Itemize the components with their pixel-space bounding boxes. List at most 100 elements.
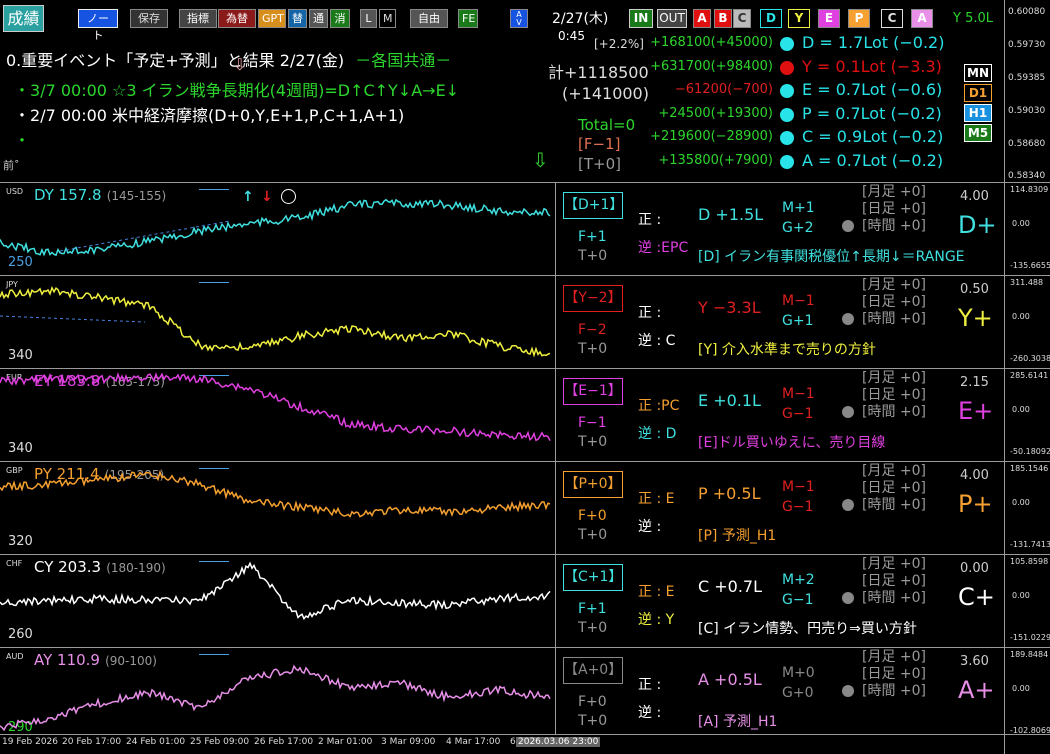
pane-tf-control[interactable]: [月足 +0] <box>862 184 926 200</box>
pane-gyaku: 逆 : <box>638 519 662 535</box>
out-button[interactable]: OUT <box>657 9 687 28</box>
pane-signal-badge[interactable]: 【Y−2】 <box>563 285 623 312</box>
indicator-button[interactable]: 指標 <box>179 9 217 28</box>
pane-score: 4.00 <box>960 189 989 204</box>
pane-signal-badge[interactable]: 【A+0】 <box>563 657 623 684</box>
pane-f-value: F+0 <box>578 694 607 710</box>
timeframe-toggle-icon[interactable] <box>842 313 854 325</box>
kae-button[interactable]: 替 <box>288 9 307 28</box>
pane-tf-control[interactable]: [時間 +0] <box>842 404 926 420</box>
pane-tf-control-text: [時間 +0] <box>862 218 927 234</box>
pane-signal-badge[interactable]: 【C+1】 <box>563 564 623 591</box>
timeframe-toggle-icon[interactable] <box>842 499 854 511</box>
up-arrow-icon: ↑ <box>242 189 254 205</box>
pad-c-button[interactable]: C <box>733 9 751 28</box>
event-item-3[interactable]: ・ <box>14 127 30 151</box>
pane-tf-control[interactable]: [時間 +0] <box>842 683 926 699</box>
pane-score: 0.50 <box>960 282 989 297</box>
pane-grade: Y+ <box>958 304 993 332</box>
timeframe-toggle-icon[interactable] <box>842 685 854 697</box>
position-status-dot[interactable] <box>780 131 794 145</box>
pane-tf-control[interactable]: [日足 +0] <box>862 666 926 682</box>
pane-note[interactable]: [E]ドル買いゆえに、売り目線 <box>698 432 885 452</box>
pane-tf-control[interactable]: [日足 +0] <box>862 387 926 403</box>
pane-signal-badge[interactable]: 【D+1】 <box>563 192 623 219</box>
pad-a-button[interactable]: A <box>911 9 933 28</box>
pane-axis-zero: 0.00 <box>1012 312 1030 321</box>
time-axis-label: 26 Feb 17:00 <box>254 737 314 747</box>
pane-score: 3.60 <box>960 654 989 669</box>
position-status-dot[interactable] <box>780 37 794 51</box>
position-status-dot[interactable] <box>780 84 794 98</box>
gpt-button[interactable]: GPT <box>258 9 286 28</box>
pane-tf-control[interactable]: [時間 +0] <box>842 218 927 234</box>
pane-signal-badge[interactable]: 【P+0】 <box>563 471 623 498</box>
pane-tf-control[interactable]: [月足 +0] <box>862 463 926 479</box>
scroll-down-arrow-icon[interactable]: ⇩ <box>532 148 549 172</box>
pane-tf-control[interactable]: [月足 +0] <box>862 556 926 572</box>
pane-lot: E +0.1L <box>698 391 761 410</box>
pane-tf-control[interactable]: [日足 +0] <box>862 201 926 217</box>
pane-axis-top: 189.8484 <box>1010 650 1049 659</box>
m-button[interactable]: M <box>379 9 396 28</box>
pane-sei: 正 : <box>638 212 662 228</box>
series-path <box>0 561 551 621</box>
pane-tf-control-text: [日足 +0] <box>862 573 927 589</box>
fe-button[interactable]: FE <box>458 9 478 28</box>
summary-t: [T+0] <box>578 155 621 173</box>
tf-h1-button[interactable]: H1 <box>964 104 992 122</box>
note-button[interactable]: ノート <box>78 9 118 42</box>
av-toggle[interactable]: AV <box>510 9 528 28</box>
pane-lot: C +0.7L <box>698 577 763 596</box>
timeframe-toggle-icon[interactable] <box>842 592 854 604</box>
pad-b-button[interactable]: B <box>714 9 732 28</box>
tf-m5-button[interactable]: M5 <box>964 124 992 142</box>
pane-grade: D+ <box>958 211 997 239</box>
position-status-dot[interactable] <box>780 60 794 75</box>
pane-axis-bottom: -151.02299 <box>1010 633 1050 642</box>
pane-tf-control[interactable]: [日足 +0] <box>862 480 926 496</box>
pane-tf-control[interactable]: [月足 +0] <box>862 277 926 293</box>
event-item-2[interactable]: ・2/7 00:00 米中経済摩擦(D+0,Y,E+1,P,C+1,A+1) <box>14 102 404 126</box>
tsuu-button[interactable]: 通 <box>309 9 328 28</box>
pane-tf-control[interactable]: [月足 +0] <box>862 370 926 386</box>
event-footnote: 前˚ <box>3 159 20 172</box>
pane-tf-control-text: [日足 +0] <box>862 666 927 682</box>
pane-tf-control[interactable]: [時間 +0] <box>842 497 926 513</box>
pane-series-line <box>0 561 551 621</box>
pane-tf-control-text: [月足 +0] <box>862 277 927 293</box>
pane-note[interactable]: [Y] 介入水準まで売りの方針 <box>698 339 876 359</box>
event-headline-tag: －各国共通－ <box>355 51 452 70</box>
position-status-dot[interactable] <box>780 107 794 122</box>
timeframe-toggle-icon[interactable] <box>842 220 854 232</box>
pane-tf-control[interactable]: [時間 +0] <box>842 590 926 606</box>
kawase-button[interactable]: 為替 <box>218 9 256 28</box>
pane-note[interactable]: [A] 予測_H1 <box>698 711 777 731</box>
pane-note[interactable]: [D] イラン有事関税優位↑長期↓＝RANGE <box>698 246 965 266</box>
pad-p-button[interactable]: P <box>848 9 870 28</box>
pane-grade: C+ <box>958 583 995 611</box>
pane-tf-control[interactable]: [日足 +0] <box>862 573 926 589</box>
pane-tf-control[interactable]: [月足 +0] <box>862 649 926 665</box>
tf-mn-button[interactable]: MN <box>964 64 992 82</box>
pad-e-button[interactable]: E <box>818 9 840 28</box>
l-button[interactable]: L <box>360 9 377 28</box>
position-status-dot[interactable] <box>780 154 794 169</box>
kesu-button[interactable]: 消 <box>330 9 350 28</box>
seiseki-button[interactable]: 成績 <box>3 5 44 32</box>
pane-tf-control[interactable]: [日足 +0] <box>862 294 926 310</box>
save-button[interactable]: 保存 <box>130 9 168 28</box>
pane-signal-badge[interactable]: 【E−1】 <box>563 378 623 405</box>
tf-d1-button[interactable]: D1 <box>964 84 992 102</box>
timeframe-toggle-icon[interactable] <box>842 406 854 418</box>
event-item-1[interactable]: ・3/7 00:00 ☆3 イラン戦争長期化(4週間)=D↑C↑Y↓A→E↓ <box>14 77 459 101</box>
pane-tf-control[interactable]: [時間 +0] <box>842 311 926 327</box>
pad-a-button[interactable]: A <box>693 9 711 28</box>
pad-c-button[interactable]: C <box>881 9 903 28</box>
in-button[interactable]: IN <box>629 9 653 28</box>
pad-y-button[interactable]: Y <box>788 9 810 28</box>
pane-note[interactable]: [P] 予測_H1 <box>698 525 776 545</box>
pad-d-button[interactable]: D <box>760 9 782 28</box>
pane-note[interactable]: [C] イラン情勢、円売り⇒買い方針 <box>698 618 917 638</box>
jiyu-button[interactable]: 自由 <box>410 9 448 28</box>
